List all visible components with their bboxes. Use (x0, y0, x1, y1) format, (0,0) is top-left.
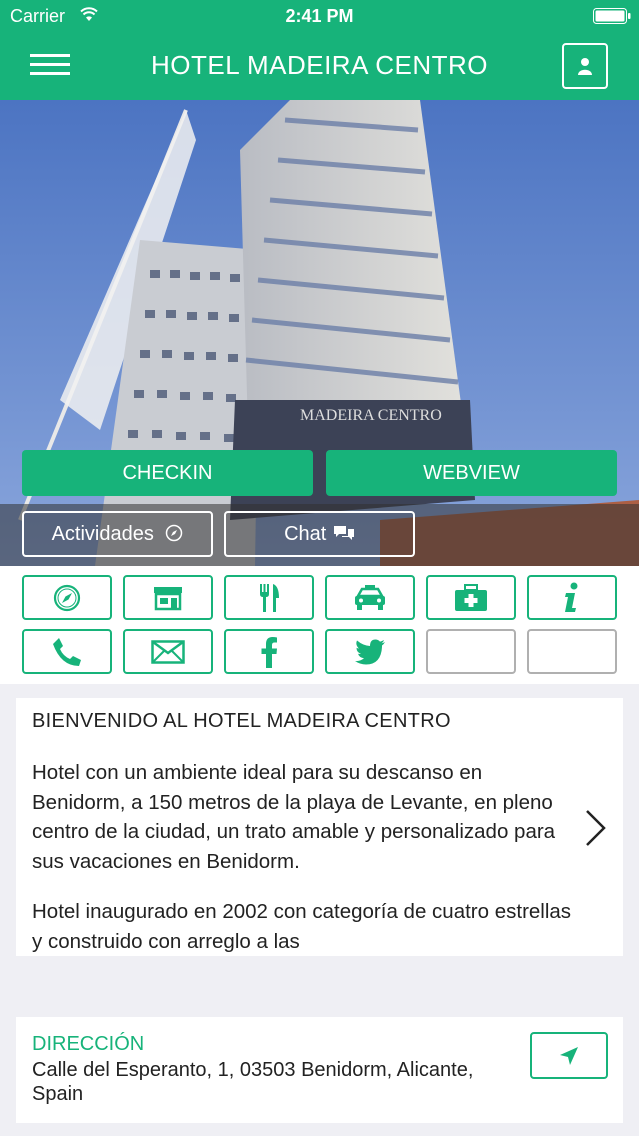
welcome-heading: BIENVENIDO AL HOTEL MADEIRA CENTRO (32, 710, 451, 732)
hotel-hero-image: MADEIRA CENTRO (0, 100, 639, 566)
status-bar: Carrier 2:41 PM (0, 0, 639, 34)
store-icon (154, 586, 182, 610)
restaurant-icon (260, 583, 279, 612)
phone-shortcut[interactable] (22, 629, 112, 674)
medical-shortcut[interactable] (426, 575, 516, 620)
mail-icon (151, 639, 185, 664)
welcome-card[interactable]: BIENVENIDO AL HOTEL MADEIRA CENTRO Hotel… (16, 698, 623, 956)
hotel-building-illustration: MADEIRA CENTRO (0, 100, 639, 566)
chat-label: Chat (284, 523, 327, 545)
actividades-button[interactable]: Actividades (22, 511, 213, 557)
restaurants-shortcut[interactable] (224, 575, 314, 620)
actividades-label: Actividades (51, 523, 154, 545)
hotel-sign: MADEIRA CENTRO (300, 407, 442, 424)
twitter-icon (355, 639, 385, 664)
battery-icon (593, 8, 631, 24)
mail-shortcut[interactable] (123, 629, 213, 674)
empty-shortcut (426, 629, 516, 674)
compass-icon (53, 584, 81, 611)
info-icon (565, 582, 578, 612)
chat-icon (333, 526, 354, 540)
nav-bar: HOTEL MADEIRA CENTRO (0, 34, 639, 100)
first-aid-icon (455, 583, 487, 611)
twitter-shortcut[interactable] (325, 629, 415, 674)
info-shortcut[interactable] (527, 575, 617, 620)
location-arrow-icon (560, 1046, 578, 1065)
facebook-shortcut[interactable] (224, 629, 314, 674)
address-card: DIRECCIÓN Calle del Esperanto, 1, 03503 … (16, 1017, 623, 1123)
chat-button[interactable]: Chat (224, 511, 415, 557)
webview-button[interactable]: WEBVIEW (326, 450, 617, 496)
facebook-icon (261, 636, 277, 668)
user-icon (578, 58, 592, 75)
welcome-paragraph: Hotel con un ambiente ideal para su desc… (32, 761, 556, 873)
checkin-button[interactable]: CHECKIN (22, 450, 313, 496)
compass-icon (166, 524, 183, 542)
directions-button[interactable] (530, 1032, 608, 1079)
taxi-shortcut[interactable] (325, 575, 415, 620)
taxi-icon (355, 584, 385, 610)
welcome-body: Hotel con un ambiente ideal para su desc… (32, 758, 572, 956)
welcome-paragraph: Hotel inaugurado en 2002 con categoría d… (32, 900, 572, 953)
activities-shortcut[interactable] (22, 575, 112, 620)
chevron-right-icon[interactable] (584, 808, 608, 848)
page-title: HOTEL MADEIRA CENTRO (151, 50, 488, 80)
address-label: DIRECCIÓN (32, 1033, 145, 1055)
user-button[interactable] (562, 43, 608, 89)
shops-shortcut[interactable] (123, 575, 213, 620)
empty-shortcut (527, 629, 617, 674)
phone-icon (53, 637, 81, 666)
clock: 2:41 PM (285, 6, 354, 26)
address-value: Calle del Esperanto, 1, 03503 Benidorm, … (32, 1059, 474, 1105)
